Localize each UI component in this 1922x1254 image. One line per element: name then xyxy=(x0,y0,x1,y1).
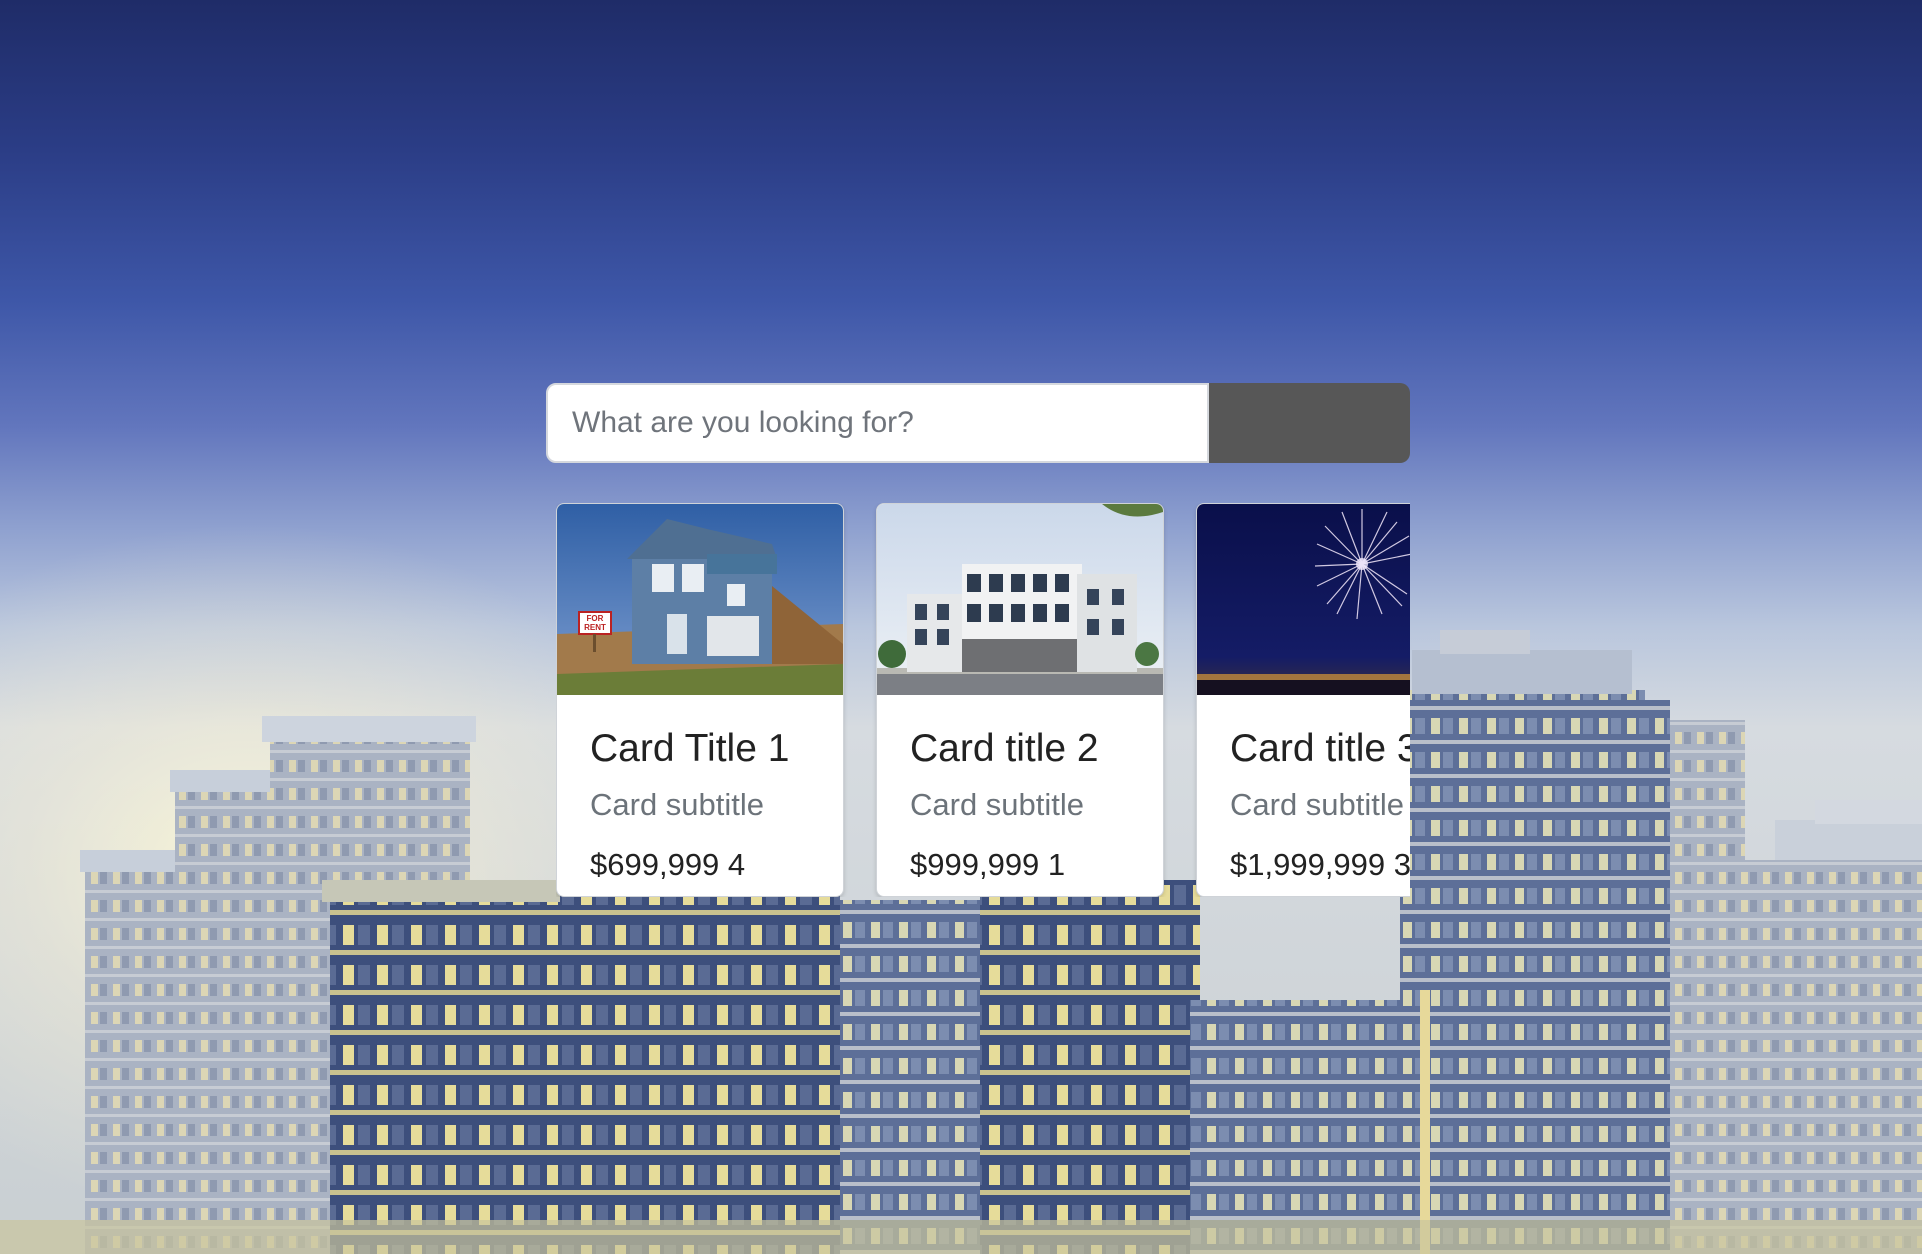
svg-text:FOR: FOR xyxy=(587,614,604,623)
listing-carousel[interactable]: FOR RENT Card Title 1 Card subtitle $699… xyxy=(556,503,1410,897)
listing-card[interactable]: FOR RENT Card Title 1 Card subtitle $699… xyxy=(556,503,844,897)
card-subtitle: Card subtitle xyxy=(910,787,1085,822)
listing-card[interactable]: Card title 3 Card subtitle $1,999,999 3 xyxy=(1196,503,1410,897)
card-price: $999,999 1 xyxy=(910,847,1066,882)
card-price: $699,999 4 xyxy=(590,847,746,882)
card-title: Card title 2 xyxy=(910,727,1099,770)
search-bar xyxy=(546,383,1410,463)
listing-card[interactable]: Card title 2 Card subtitle $999,999 1 xyxy=(876,503,1164,897)
svg-text:RENT: RENT xyxy=(584,623,606,632)
card-title: Card title 3 xyxy=(1230,727,1410,770)
fireworks-night-image xyxy=(1197,504,1410,695)
card-price: $1,999,999 3 xyxy=(1230,847,1410,882)
apartment-building-image xyxy=(877,504,1163,695)
card-subtitle: Card subtitle xyxy=(590,787,765,822)
card-subtitle: Card subtitle xyxy=(1230,787,1405,822)
card-title: Card Title 1 xyxy=(590,727,790,770)
search-button[interactable] xyxy=(1209,383,1410,463)
search-input[interactable] xyxy=(546,383,1209,463)
house-for-rent-image: FOR RENT xyxy=(557,504,843,695)
